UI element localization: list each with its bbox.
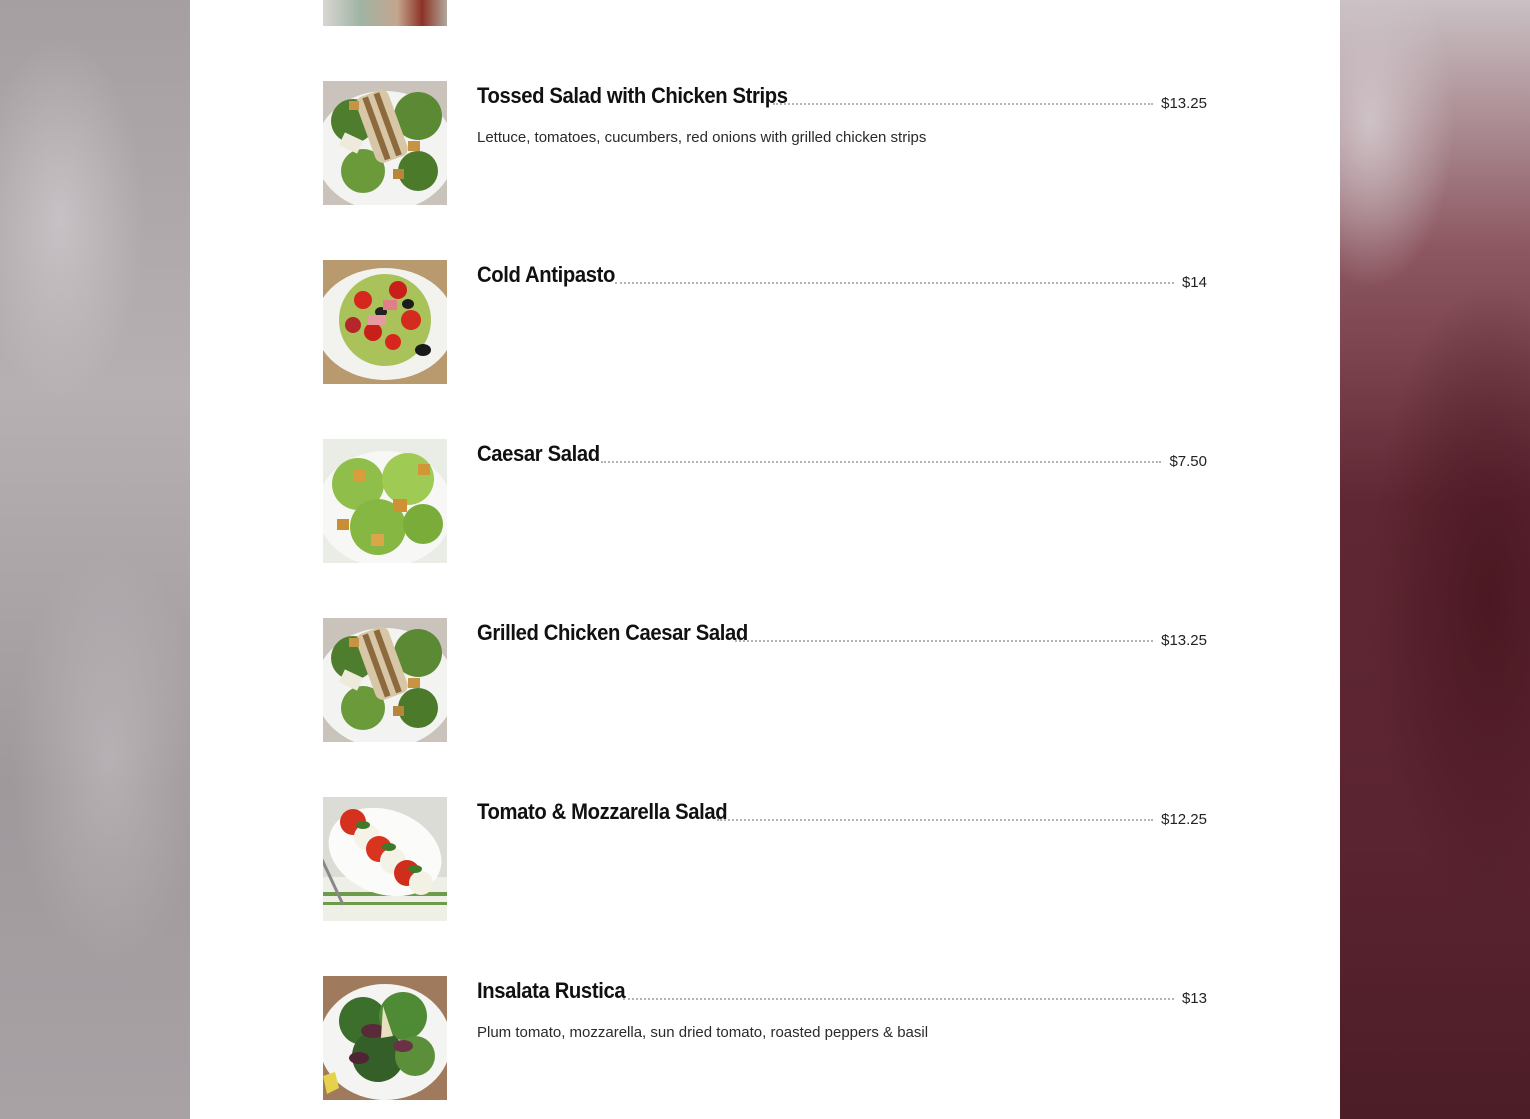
dot-leader xyxy=(717,819,1154,821)
item-name: Caesar Salad xyxy=(477,441,600,466)
menu-item: $13.25 Tossed Salad with Chicken Strips … xyxy=(323,81,1207,205)
caprese-photo xyxy=(323,797,447,921)
item-name: Tomato & Mozzarella Salad xyxy=(477,799,728,824)
item-description: Lettuce, tomatoes, cucumbers, red onions… xyxy=(477,129,927,146)
dot-leader xyxy=(773,103,1154,105)
background-right xyxy=(1340,0,1530,1119)
item-price: $14 xyxy=(1181,274,1207,291)
item-price: $13.25 xyxy=(1161,632,1207,649)
antipasto-photo xyxy=(323,260,447,384)
chicken-caesar-photo xyxy=(323,618,447,742)
dot-leader xyxy=(735,640,1154,642)
caesar-salad-photo xyxy=(323,439,447,563)
dot-leader xyxy=(601,461,1162,463)
item-name: Insalata Rustica xyxy=(477,978,626,1003)
menu-item: $12.25 Tomato & Mozzarella Salad xyxy=(323,797,1207,921)
item-name: Grilled Chicken Caesar Salad xyxy=(477,620,748,645)
dot-leader xyxy=(623,998,1174,1000)
dot-leader xyxy=(615,282,1174,284)
mixed-greens-photo xyxy=(323,976,447,1100)
previous-item-image xyxy=(323,0,447,26)
menu-item: $14 Cold Antipasto xyxy=(323,260,1207,384)
menu-item: $13.25 Grilled Chicken Caesar Salad xyxy=(323,618,1207,742)
item-price: $12.25 xyxy=(1161,811,1207,828)
menu-item: $7.50 Caesar Salad xyxy=(323,439,1207,563)
item-price: $13 xyxy=(1181,990,1207,1007)
item-name: Cold Antipasto xyxy=(477,262,616,287)
menu-panel: $13.25 Tossed Salad with Chicken Strips … xyxy=(190,0,1340,1119)
menu-item: $13 Insalata Rustica Plum tomato, mozzar… xyxy=(323,976,1207,1100)
chicken-caesar-photo xyxy=(323,81,447,205)
background-left xyxy=(0,0,190,1119)
item-price: $13.25 xyxy=(1161,95,1207,112)
item-price: $7.50 xyxy=(1169,453,1207,470)
item-description: Plum tomato, mozzarella, sun dried tomat… xyxy=(477,1024,929,1041)
item-name: Tossed Salad with Chicken Strips xyxy=(477,83,788,108)
